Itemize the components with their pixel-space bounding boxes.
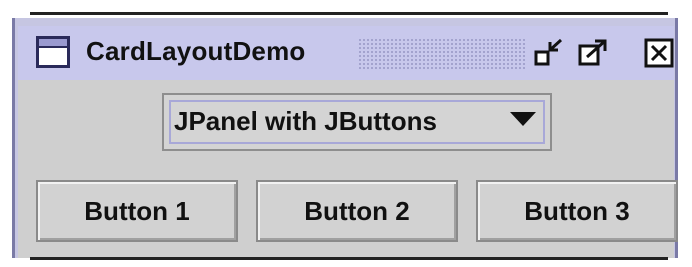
button-2[interactable]: Button 2 — [256, 180, 458, 242]
window-bottom-edge — [30, 257, 668, 260]
maximize-icon — [578, 39, 607, 66]
iconify-icon — [534, 38, 563, 66]
button-3[interactable]: Button 3 — [476, 180, 678, 242]
content-pane: JPanel with JButtons Button 1 Button 2 B… — [18, 80, 678, 258]
title-bar-grip[interactable] — [358, 38, 526, 70]
iconify-button[interactable] — [534, 38, 564, 68]
close-button[interactable] — [644, 38, 674, 68]
window-app-icon[interactable] — [36, 36, 70, 68]
title-bar[interactable]: CardLayoutDemo — [18, 26, 674, 80]
button-1[interactable]: Button 1 — [36, 180, 238, 242]
window-top-edge — [30, 12, 668, 15]
triangle-down-icon[interactable] — [510, 112, 536, 126]
card-selector-combobox[interactable]: JPanel with JButtons — [162, 93, 552, 151]
window-title: CardLayoutDemo — [86, 36, 306, 66]
card-layout-demo-window: CardLayoutDemo JPanel with JButtons Butt… — [12, 18, 678, 258]
close-icon — [644, 38, 674, 68]
combobox-selected-value: JPanel with JButtons — [174, 106, 437, 136]
maximize-button[interactable] — [578, 38, 608, 68]
